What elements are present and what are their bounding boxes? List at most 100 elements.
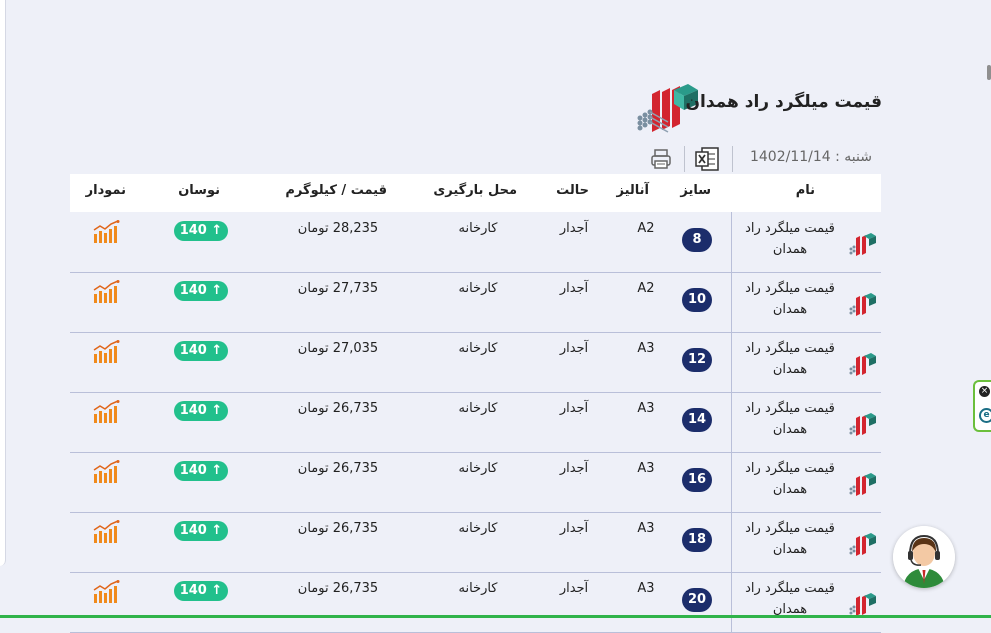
product-name-link[interactable]: قیمت میلگرد راد همدان	[740, 338, 840, 380]
header-name: نام	[795, 183, 815, 198]
change-badge: 140 ↑	[174, 341, 228, 361]
name-cell: قیمت میلگرد راد همدان	[731, 512, 882, 572]
rebar-product-icon	[849, 533, 876, 556]
analysis-cell: A3	[637, 341, 655, 356]
toolbar-divider	[732, 146, 733, 172]
widget-e-icon[interactable]: e	[979, 408, 991, 423]
price-cell: 26,735 تومان	[297, 461, 379, 476]
table-header: نام سایز آنالیز حالت محل بارگیری قیمت / …	[70, 174, 881, 212]
place-cell: کارخانه	[458, 581, 498, 596]
product-name-link[interactable]: قیمت میلگرد راد همدان	[740, 578, 840, 620]
header-size: سایز	[680, 183, 711, 198]
size-badge: 18	[682, 528, 712, 552]
change-badge: 140 ↑	[174, 221, 228, 241]
size-badge: 12	[682, 348, 712, 372]
name-cell: قیمت میلگرد راد همدان	[731, 452, 882, 512]
header-state: حالت	[556, 183, 589, 198]
size-badge: 14	[682, 408, 712, 432]
price-cell: 28,235 تومان	[297, 221, 379, 236]
price-cell: 27,035 تومان	[297, 341, 379, 356]
close-icon[interactable]: ×	[979, 386, 990, 397]
table-row: قیمت میلگرد راد همدان 8 A2 آجدار کارخانه…	[70, 212, 881, 273]
price-cell: 27,735 تومان	[297, 281, 379, 296]
table-row: قیمت میلگرد راد همدان 14 A3 آجدار کارخان…	[70, 392, 881, 453]
printer-icon[interactable]	[649, 147, 673, 171]
product-name-link[interactable]: قیمت میلگرد راد همدان	[740, 398, 840, 440]
rebar-product-icon	[849, 233, 876, 256]
header-analysis: آنالیز	[616, 183, 650, 198]
change-badge: 140 ↑	[174, 581, 228, 601]
place-cell: کارخانه	[458, 221, 498, 236]
change-badge: 140 ↑	[174, 461, 228, 481]
page-scrollbar[interactable]	[987, 0, 991, 618]
excel-export-icon[interactable]	[694, 146, 720, 172]
price-cell: 26,735 تومان	[297, 521, 379, 536]
analysis-cell: A3	[637, 401, 655, 416]
chart-icon[interactable]	[92, 220, 120, 244]
change-badge: 140 ↑	[174, 401, 228, 421]
state-cell: آجدار	[559, 581, 589, 596]
date-label: شنبه : 1402/11/14	[749, 149, 872, 165]
place-cell: کارخانه	[458, 341, 498, 356]
support-agent-button[interactable]	[893, 526, 955, 588]
table-row: قیمت میلگرد راد همدان 18 A3 آجدار کارخان…	[70, 512, 881, 573]
page-header: قیمت میلگرد راد همدان	[630, 84, 882, 136]
table-row: قیمت میلگرد راد همدان 12 A3 آجدار کارخان…	[70, 332, 881, 393]
name-cell: قیمت میلگرد راد همدان	[731, 272, 882, 332]
page-title: قیمت میلگرد راد همدان	[685, 92, 883, 112]
state-cell: آجدار	[559, 341, 589, 356]
state-cell: آجدار	[559, 521, 589, 536]
price-cell: 26,735 تومان	[297, 581, 379, 596]
size-badge: 10	[682, 288, 712, 312]
rebar-product-icon	[849, 353, 876, 376]
price-cell: 26,735 تومان	[297, 401, 379, 416]
size-badge: 8	[682, 228, 712, 252]
table-row: قیمت میلگرد راد همدان 10 A2 آجدار کارخان…	[70, 272, 881, 333]
place-cell: کارخانه	[458, 521, 498, 536]
name-cell: قیمت میلگرد راد همدان	[731, 392, 882, 452]
analysis-cell: A2	[637, 221, 655, 236]
product-name-link[interactable]: قیمت میلگرد راد همدان	[740, 218, 840, 260]
chart-icon[interactable]	[92, 460, 120, 484]
rebar-product-icon	[849, 413, 876, 436]
analysis-cell: A2	[637, 281, 655, 296]
state-cell: آجدار	[559, 461, 589, 476]
header-chart: نمودار	[85, 183, 126, 198]
size-badge: 20	[682, 588, 712, 612]
rebar-product-icon	[849, 293, 876, 316]
table-row: قیمت میلگرد راد همدان 16 A3 آجدار کارخان…	[70, 452, 881, 513]
state-cell: آجدار	[559, 281, 589, 296]
change-badge: 140 ↑	[174, 281, 228, 301]
state-cell: آجدار	[559, 401, 589, 416]
change-badge: 140 ↑	[174, 521, 228, 541]
support-agent-icon	[893, 526, 955, 588]
name-cell: قیمت میلگرد راد همدان	[731, 332, 882, 392]
header-change: نوسان	[178, 183, 220, 198]
rebar-product-icon	[849, 473, 876, 496]
chart-icon[interactable]	[92, 280, 120, 304]
name-cell: قیمت میلگرد راد همدان	[731, 212, 882, 272]
name-cell: قیمت میلگرد راد همدان	[731, 572, 882, 632]
place-cell: کارخانه	[458, 401, 498, 416]
product-name-link[interactable]: قیمت میلگرد راد همدان	[740, 518, 840, 560]
toolbar-divider	[684, 146, 685, 172]
product-name-link[interactable]: قیمت میلگرد راد همدان	[740, 458, 840, 500]
analysis-cell: A3	[637, 521, 655, 536]
product-name-link[interactable]: قیمت میلگرد راد همدان	[740, 278, 840, 320]
left-panel-edge	[0, 0, 6, 566]
state-cell: آجدار	[559, 221, 589, 236]
chart-icon[interactable]	[92, 520, 120, 544]
chart-icon[interactable]	[92, 580, 120, 604]
header-place: محل بارگیری	[433, 183, 517, 198]
table-row: قیمت میلگرد راد همدان 20 A3 آجدار کارخان…	[70, 572, 881, 633]
size-badge: 16	[682, 468, 712, 492]
side-widget[interactable]: × e	[973, 380, 991, 432]
chart-icon[interactable]	[92, 400, 120, 424]
chart-icon[interactable]	[92, 340, 120, 364]
toolbar-row: شنبه : 1402/11/14	[640, 146, 880, 172]
scrollbar-thumb[interactable]	[987, 65, 991, 80]
analysis-cell: A3	[637, 581, 655, 596]
analysis-cell: A3	[637, 461, 655, 476]
place-cell: کارخانه	[458, 281, 498, 296]
header-price: قیمت / کیلوگرم	[285, 183, 387, 198]
